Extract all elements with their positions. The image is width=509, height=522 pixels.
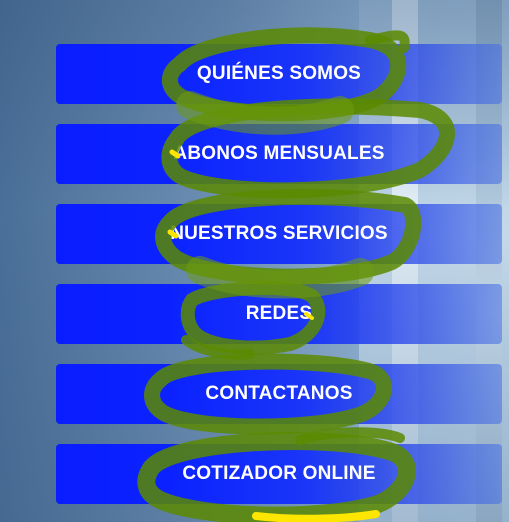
menu-button-label: NUESTROS SERVICIOS <box>170 223 388 244</box>
menu-button-label: REDES <box>245 303 313 324</box>
menu-button-cotizador-online[interactable]: COTIZADOR ONLINE <box>56 444 502 504</box>
menu-button-quienes-somos[interactable]: QUIÉNES SOMOS <box>56 44 502 104</box>
menu-button-redes[interactable]: REDES <box>56 284 502 344</box>
menu-button-nuestros-servicios[interactable]: NUESTROS SERVICIOS <box>56 204 502 264</box>
menu-button-label: QUIÉNES SOMOS <box>196 63 362 84</box>
menu-button-label: CONTACTANOS <box>205 383 353 404</box>
menu-button-label: COTIZADOR ONLINE <box>182 463 376 484</box>
menu-button-contactanos[interactable]: CONTACTANOS <box>56 364 502 424</box>
menu-button-label: ABONOS MENSUALES <box>173 143 385 164</box>
menu-button-abonos-mensuales[interactable]: ABONOS MENSUALES <box>56 124 502 184</box>
